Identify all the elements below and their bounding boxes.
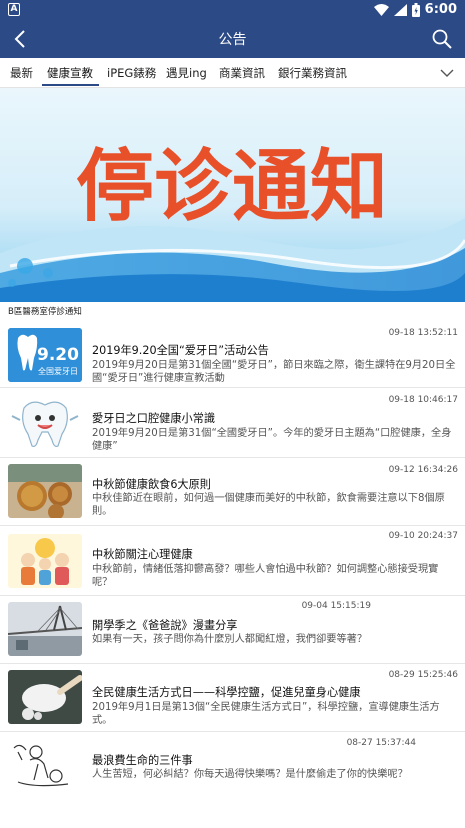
item-description: 2019年9月20日是第31個全國“愛牙日”，節日來臨之際，衛生課特在9月20日… [92, 360, 456, 384]
item-description: 2019年9月20日是第31個“全國愛牙日”。今年的愛牙日主題為“口腔健康，全身… [92, 428, 452, 452]
page-title: 公告 [218, 32, 247, 48]
list-item[interactable]: 08-29 15:25:46 全民健康生活方式日——科學控鹽，促進兒童身心健康 … [0, 664, 465, 732]
item-description: 人生苦短，何必糾結？你每天過得快樂嗎？是什麼偷走了你的快樂呢？ [92, 769, 408, 780]
bridge-photo-icon [8, 602, 82, 656]
notification-a-icon: A [8, 3, 20, 16]
tab-latest[interactable]: 最新 [10, 65, 33, 81]
sketch-drawing-icon [8, 738, 82, 792]
tab-business-info[interactable]: 商業資訊 [219, 65, 265, 81]
signal-icon [393, 3, 407, 16]
tab-banking-info[interactable]: 銀行業務資訊 [278, 65, 347, 81]
list-item[interactable]: 09-18 13:52:11 9.20 全国爱牙日 2019年9.20全国“爱牙… [0, 320, 465, 388]
wifi-icon [373, 3, 389, 16]
item-timestamp: 09-10 20:24:37 [388, 531, 458, 541]
item-title: 全民健康生活方式日——科學控鹽，促進兒童身心健康 [92, 686, 361, 699]
item-title: 開學季之《爸爸說》漫畫分享 [92, 619, 238, 632]
item-timestamp: 09-18 13:52:11 [388, 328, 458, 338]
banner-image[interactable]: 停诊通知 [0, 88, 465, 302]
item-timestamp: 08-27 15:37:44 [346, 738, 416, 748]
item-timestamp: 09-04 15:15:19 [301, 601, 371, 611]
app-bar: 公告 [0, 20, 465, 58]
search-icon [432, 29, 452, 49]
item-title: 中秋節健康飲食6大原則 [92, 478, 211, 491]
mooncake-icon [8, 464, 82, 518]
item-timestamp: 08-29 15:25:46 [388, 670, 458, 680]
item-title: 最浪費生命的三件事 [92, 754, 193, 767]
list-item[interactable]: 09-04 15:15:19 開學季之《爸爸說》漫畫分享 如果有一天，孩子問你為… [0, 596, 465, 664]
tab-ipeg[interactable]: iPEG錶務 [107, 65, 156, 81]
item-title: 2019年9.20全国“爱牙日”活动公告 [92, 344, 269, 357]
thumb-date-text: 9.20 [37, 345, 79, 365]
tab-meet[interactable]: 遇見ing [166, 65, 207, 81]
tab-health-education[interactable]: 健康宣教 [47, 65, 93, 81]
battery-icon [411, 2, 420, 17]
list-item[interactable]: 09-12 16:34:26 中秋節健康飲食6大原則 中秋佳節近在眼前，如何過一… [0, 458, 465, 526]
clock: 6:00 [424, 2, 457, 17]
list-item[interactable]: 09-18 10:46:17 愛牙日之口腔健康小常識 2019年9月20日是第3… [0, 388, 465, 458]
system-icons: 6:00 [373, 2, 457, 17]
cartoon-tooth-icon [8, 396, 82, 450]
item-description: 2019年9月1日是第13個“全民健康生活方式日”，科學控鹽，宣導健康生活方式。 [92, 702, 440, 726]
list-item[interactable]: 08-27 15:37:44 最浪費生命的三件事 人生苦短，何必糾結？你每天過得… [0, 732, 465, 800]
chevron-down-icon[interactable] [439, 65, 455, 81]
item-title: 中秋節關注心理健康 [92, 548, 193, 561]
banner-headline: 停诊通知 [76, 142, 388, 232]
item-description: 如果有一天，孩子問你為什麼別人都闖紅燈，我們卻要等著？ [92, 634, 368, 645]
item-timestamp: 09-18 10:46:17 [388, 395, 458, 405]
item-description: 中秋節前，情緒低落抑鬱高發？哪些人會怕過中秋節？如何調整心態接受現實呢？ [92, 564, 439, 588]
item-title: 愛牙日之口腔健康小常識 [92, 412, 216, 425]
category-tabs: 最新 健康宣教 iPEG錶務 遇見ing 商業資訊 銀行業務資訊 [0, 58, 465, 88]
tooth-poster-icon: 9.20 全国爱牙日 [8, 328, 82, 382]
thumb-caption-text: 全国爱牙日 [38, 366, 78, 376]
item-timestamp: 09-12 16:34:26 [388, 465, 458, 475]
banner-graphic: 停诊通知 [0, 88, 465, 302]
status-bar: A 6:00 [0, 0, 465, 20]
salt-spoon-icon [8, 670, 82, 724]
family-cartoon-icon [8, 534, 82, 588]
item-description: 中秋佳節近在眼前，如何過一個健康而美好的中秋節，飲食需要注意以下8個原則。 [92, 493, 445, 517]
search-button[interactable] [429, 26, 455, 52]
banner-caption: B區醫務室停診通知 [8, 307, 82, 317]
active-tab-indicator [42, 84, 99, 86]
list-item[interactable]: 09-10 20:24:37 中秋節關注心理健康 中秋節前，情緒低落抑鬱高發？哪… [0, 526, 465, 596]
